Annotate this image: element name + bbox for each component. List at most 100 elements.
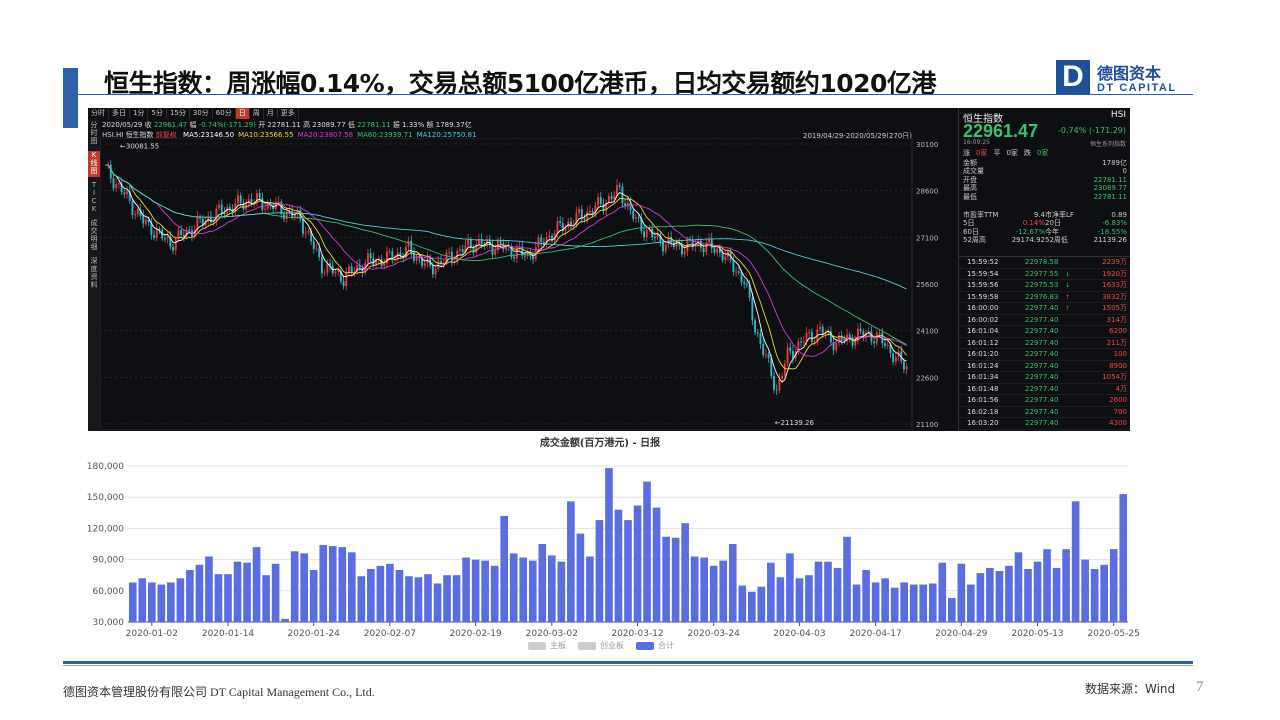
candle-body: [380, 258, 383, 266]
period-tab-9[interactable]: 月: [264, 108, 278, 119]
tick-volume: 1505万: [1102, 304, 1127, 312]
candle-body: [264, 208, 267, 210]
logo-en-text: DT CAPITAL: [1097, 82, 1177, 94]
candle-body: [702, 248, 705, 253]
side-tab-2[interactable]: TICK: [88, 181, 100, 215]
metric-cell: 52周高: [963, 236, 986, 245]
tick-time: 16:01:24: [967, 361, 999, 370]
volume-bar: [1005, 565, 1013, 622]
volume-bar: [348, 552, 356, 622]
tick-time: 16:00:02: [967, 315, 999, 324]
side-tab-1[interactable]: K线图: [88, 151, 100, 177]
tick-volume: 1633万: [1102, 281, 1127, 289]
metric-cell: 20日: [1045, 219, 1061, 228]
tick-time: 15:59:52: [967, 258, 999, 266]
x-tick-label: 2020-05-25: [1088, 629, 1140, 639]
stat-row-4: 最低 22781.11: [963, 193, 1127, 201]
y-tick-label: 90,000: [93, 556, 125, 566]
quote-code: HSI: [1110, 110, 1126, 120]
legend-item-2[interactable]: 合计: [636, 640, 674, 651]
quote-metrics: 市盈率TTM 9.4 市净率LF 0.89 5日 0.14% 20日 -6.83% 60日 -12…: [963, 211, 1127, 245]
side-tab-4[interactable]: 深度资料: [88, 257, 100, 291]
candle-body: [778, 379, 781, 391]
legend-item-0[interactable]: 主板: [528, 640, 566, 651]
period-tab-10[interactable]: 更多: [278, 108, 299, 119]
candle-body: [318, 248, 321, 258]
period-tab-4[interactable]: 15分: [167, 108, 190, 119]
period-tab-1[interactable]: 多日: [109, 108, 130, 119]
volume-bar: [690, 556, 699, 622]
ma-line-20: [105, 164, 907, 357]
quote-panel: 恒生指数 HSI 22961.47 -0.74% (-171.29) 16:09…: [958, 108, 1130, 431]
tick-arrow-icon: ↓: [1065, 270, 1071, 278]
slide: 恒生指数：周涨幅0.14%，交易总额5100亿港币，日均交易额约1020亿港 D…: [0, 0, 1280, 720]
tick-row-0: 15:59:52 22978.58 2239万: [959, 257, 1130, 269]
candle-body: [813, 341, 816, 343]
candle-body: [583, 218, 586, 220]
candle-body: [634, 217, 637, 219]
stat-value: 0: [1122, 167, 1127, 176]
candle-body: [312, 241, 315, 250]
candle-body: [366, 253, 369, 264]
legend-item-1[interactable]: 创业板: [578, 640, 624, 651]
volume-bar: [928, 583, 937, 622]
candle-body: [724, 256, 727, 261]
volume-bar: [871, 582, 880, 622]
price-tick-label: 24100: [916, 328, 938, 336]
volume-bar: [909, 584, 918, 622]
metric-row-2: 60日 -12.67% 今年 -18.55%: [963, 228, 1127, 236]
volume-bar: [233, 561, 242, 622]
candle-body: [800, 341, 803, 343]
metric-cell: 29174.92: [1011, 236, 1045, 245]
volume-bar: [1071, 501, 1080, 622]
period-tab-6[interactable]: 60分: [213, 108, 236, 119]
footer-divider-thin: [63, 665, 1193, 666]
info-high: 23089.77: [312, 121, 346, 129]
price-tick-label: 30100: [916, 141, 938, 149]
info-open: 22781.11: [267, 121, 301, 129]
volume-bar: [986, 567, 994, 622]
period-tab-2[interactable]: 1分: [130, 108, 149, 119]
volume-bar: [719, 560, 728, 622]
tick-row-14: 16:03:20 22977.40 4300: [959, 418, 1130, 430]
period-tab-7[interactable]: 日: [235, 108, 250, 119]
tick-volume: 8900: [1109, 361, 1127, 370]
volume-bar: [919, 584, 928, 622]
candle-body: [851, 337, 854, 346]
candle-body: [670, 237, 673, 243]
candle-body: [621, 186, 624, 204]
candle-body: [112, 178, 115, 189]
candle-body: [115, 183, 118, 189]
volume-bar: [319, 545, 328, 622]
logo-cn-text: 德图资本: [1097, 64, 1162, 83]
period-tab-5[interactable]: 30分: [190, 108, 213, 119]
tick-time: 15:59:54: [967, 269, 999, 278]
volume-bar: [138, 578, 147, 622]
candle-body: [716, 248, 719, 253]
period-tab-3[interactable]: 5分: [148, 108, 167, 119]
volume-bar: [652, 507, 661, 622]
tick-volume: 4万: [1115, 384, 1127, 393]
side-tab-0[interactable]: 分时图: [88, 121, 100, 147]
tick-price: 22978.58: [1025, 258, 1059, 266]
quote-stats: 金额 1789亿 成交量 0 开盘 22781.11 最高 23089.77 最低 22781.1…: [963, 159, 1127, 201]
period-tab-0[interactable]: 分时: [88, 108, 109, 119]
page-number: 7: [1196, 679, 1204, 695]
candle-body: [781, 375, 784, 380]
candle-body: [789, 347, 792, 352]
candle-body: [277, 201, 280, 203]
candle-body: [886, 344, 889, 346]
period-tab-8[interactable]: 周: [250, 108, 264, 119]
volume-bar: [967, 584, 975, 622]
candle-body: [540, 237, 543, 243]
volume-bar: [1033, 561, 1042, 622]
candle-body: [434, 268, 437, 275]
candle-body: [369, 253, 372, 259]
candle-body: [131, 201, 134, 216]
candle-body: [570, 221, 572, 226]
candle-body: [810, 332, 813, 342]
tick-volume: 4300: [1109, 419, 1127, 427]
candle-body: [848, 334, 851, 338]
candle-body: [337, 270, 340, 272]
side-tab-3[interactable]: 成交明细: [88, 219, 100, 253]
